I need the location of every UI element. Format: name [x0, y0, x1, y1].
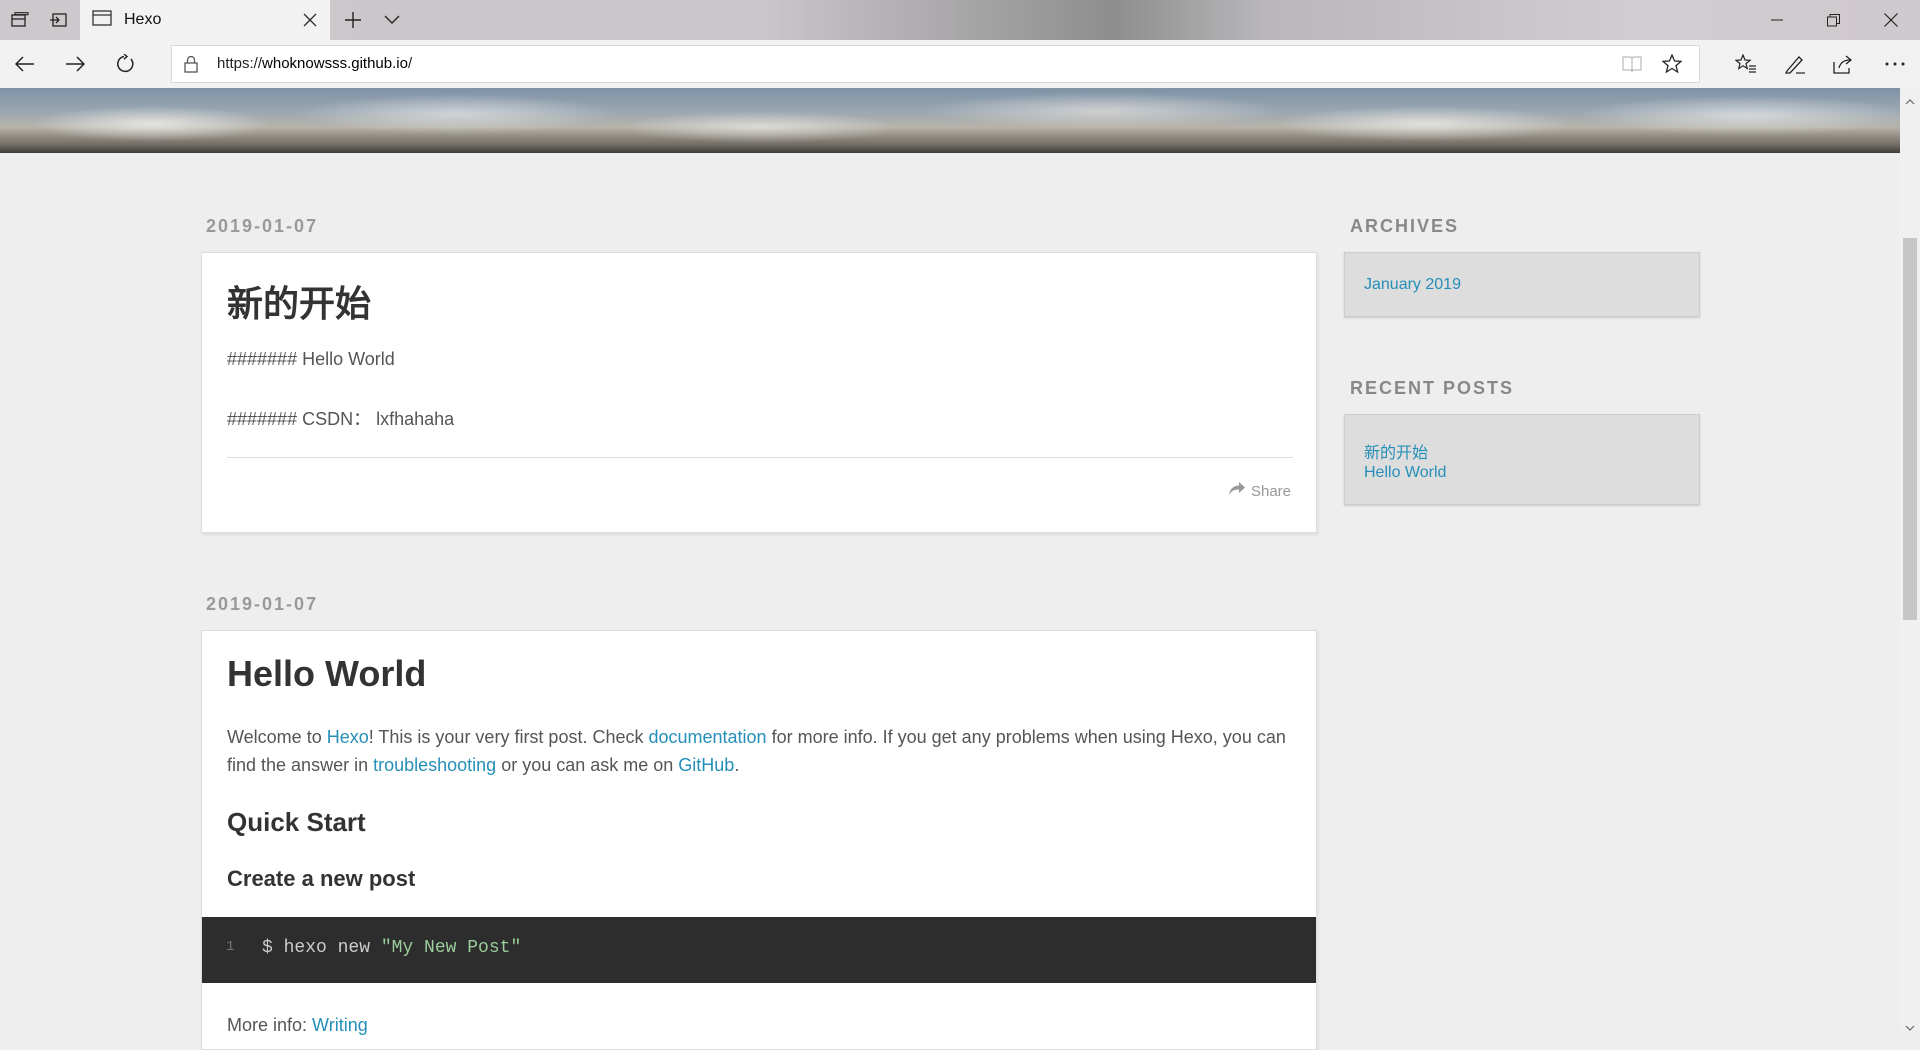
subsection-heading: Create a new post — [227, 866, 416, 891]
code-line-number: 1 — [226, 939, 235, 955]
favorites-icon[interactable] — [1731, 50, 1761, 78]
url-host: whoknowsss.github.io — [262, 55, 408, 72]
close-tab-icon[interactable] — [300, 10, 320, 30]
intro-text: Welcome to — [227, 727, 327, 747]
section-heading: Quick Start — [227, 807, 366, 837]
hexo-link[interactable]: Hexo — [327, 727, 369, 747]
share-icon[interactable] — [1829, 50, 1859, 78]
article-line: ####### CSDN： lxfhahaha — [227, 409, 455, 429]
url-prefix: https:// — [217, 55, 263, 72]
code-line: $ hexo new "My New Post" — [262, 938, 521, 958]
refresh-button[interactable] — [110, 50, 140, 78]
chevron-down-icon[interactable] — [380, 8, 404, 32]
share-arrow-icon — [1228, 482, 1245, 500]
more-info-label: More info: — [227, 1015, 313, 1035]
scroll-down-arrow-icon[interactable] — [1905, 1018, 1915, 1036]
url-text[interactable]: https://whoknowsss.github.io/ — [217, 55, 412, 72]
browser-nav-bar: https://whoknowsss.github.io/ — [0, 40, 1920, 88]
recent-posts-title: RECENT POSTS — [1350, 378, 1515, 398]
recent-post-link[interactable]: 新的开始 — [1364, 439, 1428, 463]
more-options-icon[interactable] — [1880, 50, 1910, 78]
reading-view-icon[interactable] — [1622, 55, 1642, 78]
scrollbar-thumb[interactable] — [1903, 238, 1917, 620]
post-date[interactable]: 2019-01-07 — [206, 216, 318, 237]
github-link[interactable]: GitHub — [678, 755, 734, 775]
back-button[interactable] — [10, 50, 40, 78]
recent-post-link[interactable]: Hello World — [1364, 464, 1446, 482]
post-date[interactable]: 2019-01-07 — [206, 594, 318, 615]
code-command: $ hexo new — [262, 938, 381, 958]
writing-link[interactable]: Writing — [312, 1015, 368, 1035]
tab-hexo[interactable]: Hexo — [80, 0, 330, 40]
header-banner-image — [0, 88, 1900, 153]
favorite-star-icon[interactable] — [1661, 53, 1683, 79]
article-title[interactable]: Hello World — [227, 653, 426, 695]
share-button[interactable]: Share — [1228, 482, 1291, 500]
pen-icon[interactable] — [1780, 50, 1810, 78]
page-icon — [92, 9, 112, 31]
new-tab-icon[interactable] — [341, 8, 365, 32]
recent-posts-widget: 新的开始 Hello World — [1344, 414, 1700, 505]
article-intro: Welcome to Hexo! This is your very first… — [227, 723, 1293, 779]
close-window-button[interactable] — [1863, 0, 1919, 40]
article-card: 新的开始 ####### Hello World ####### CSDN： l… — [201, 252, 1317, 533]
url-path: / — [407, 55, 413, 72]
archives-title: ARCHIVES — [1350, 216, 1460, 236]
troubleshooting-link[interactable]: troubleshooting — [373, 755, 496, 775]
browser-tab-bar: Hexo — [0, 0, 1920, 40]
archive-link[interactable]: January 2019 — [1364, 276, 1461, 294]
tab-preview-icon[interactable] — [8, 8, 32, 32]
intro-text: or you can ask me on — [496, 755, 679, 775]
more-info-text: More info: Writing — [227, 1015, 368, 1036]
address-bar[interactable]: https://whoknowsss.github.io/ — [171, 45, 1700, 83]
minimize-button[interactable] — [1749, 0, 1805, 40]
article-title[interactable]: 新的开始 — [227, 275, 371, 327]
forward-button[interactable] — [60, 50, 90, 78]
share-label: Share — [1250, 482, 1291, 500]
tab-title: Hexo — [124, 11, 162, 28]
archives-widget: January 2019 — [1344, 252, 1700, 317]
lock-icon — [184, 55, 198, 78]
code-string: "My New Post" — [380, 938, 522, 958]
intro-text: ! This is your very first post. Check — [368, 727, 649, 747]
intro-text: . — [734, 755, 740, 775]
article-card: Hello World Welcome to Hexo! This is you… — [201, 630, 1317, 1050]
set-aside-tabs-icon[interactable] — [46, 8, 70, 32]
code-block: 1 $ hexo new "My New Post" — [202, 917, 1316, 983]
restore-button[interactable] — [1805, 0, 1861, 40]
scroll-up-arrow-icon[interactable] — [1905, 92, 1915, 110]
article-line: ####### Hello World — [227, 349, 395, 369]
documentation-link[interactable]: documentation — [648, 727, 766, 747]
article-divider — [227, 457, 1293, 458]
